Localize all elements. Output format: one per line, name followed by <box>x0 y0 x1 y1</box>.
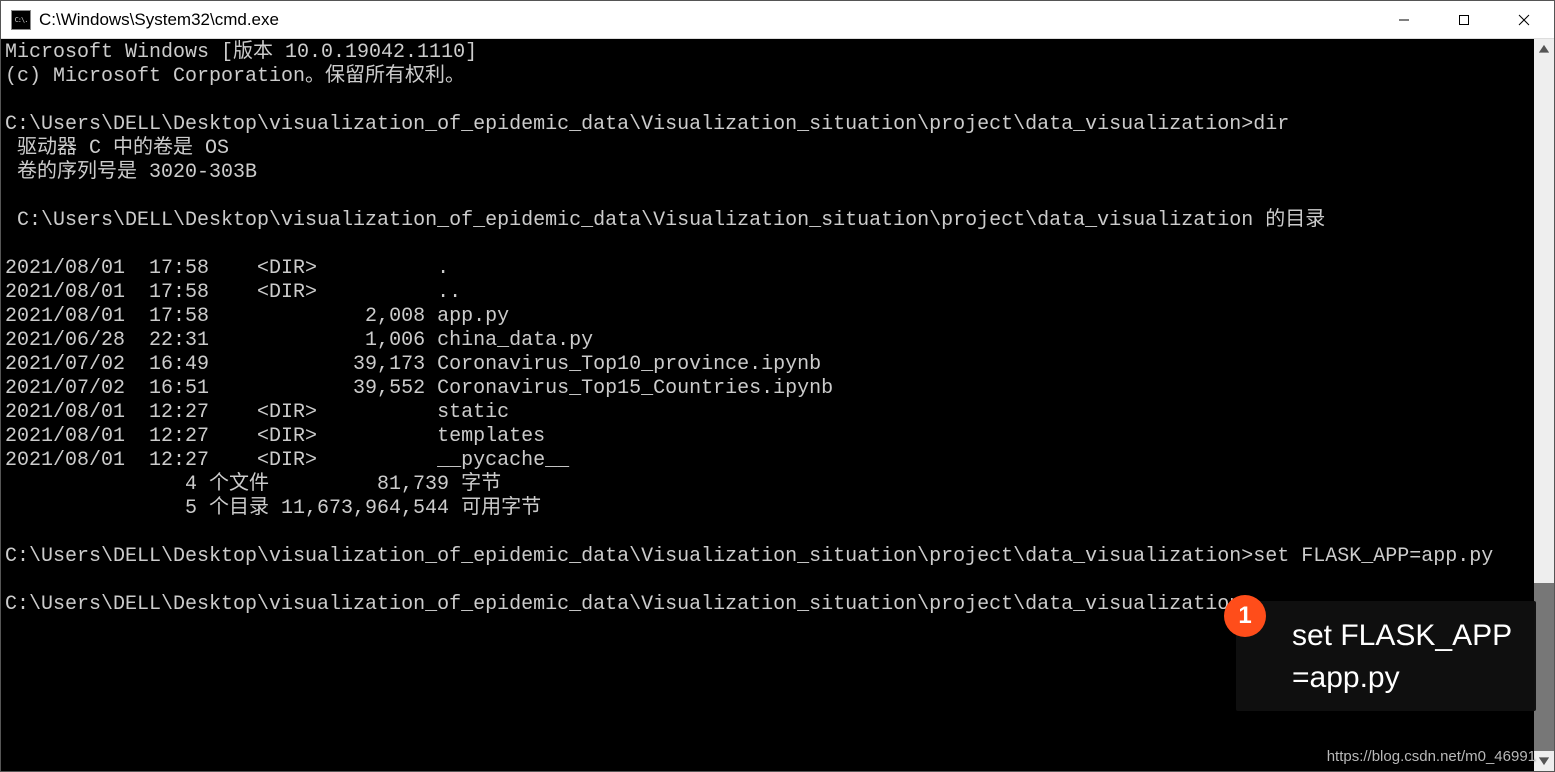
annotation-line1: set FLASK_APP <box>1292 615 1514 657</box>
annotation-callout: 1 set FLASK_APP =app.py <box>1236 601 1536 711</box>
close-button[interactable] <box>1494 1 1554 38</box>
maximize-button[interactable] <box>1434 1 1494 38</box>
watermark-text: https://blog.csdn.net/m0_46991 <box>1327 748 1536 765</box>
annotation-number-badge: 1 <box>1224 595 1266 637</box>
window-controls <box>1374 1 1554 38</box>
cmd-icon-text: C:\. <box>15 16 28 24</box>
scroll-down-button[interactable] <box>1534 751 1554 771</box>
titlebar[interactable]: C:\. C:\Windows\System32\cmd.exe <box>1 1 1554 39</box>
terminal-area: Microsoft Windows [版本 10.0.19042.1110] (… <box>1 39 1554 771</box>
scroll-up-button[interactable] <box>1534 39 1554 59</box>
chevron-up-icon <box>1539 44 1549 54</box>
scroll-thumb[interactable] <box>1534 583 1554 753</box>
minimize-icon <box>1397 13 1411 27</box>
window-title: C:\Windows\System32\cmd.exe <box>39 10 279 30</box>
maximize-icon <box>1457 13 1471 27</box>
annotation-line2: =app.py <box>1292 657 1514 699</box>
close-icon <box>1517 13 1531 27</box>
chevron-down-icon <box>1539 756 1549 766</box>
cmd-icon: C:\. <box>11 10 31 30</box>
cmd-window: C:\. C:\Windows\System32\cmd.exe Microso… <box>0 0 1555 772</box>
minimize-button[interactable] <box>1374 1 1434 38</box>
vertical-scrollbar[interactable] <box>1534 39 1554 771</box>
